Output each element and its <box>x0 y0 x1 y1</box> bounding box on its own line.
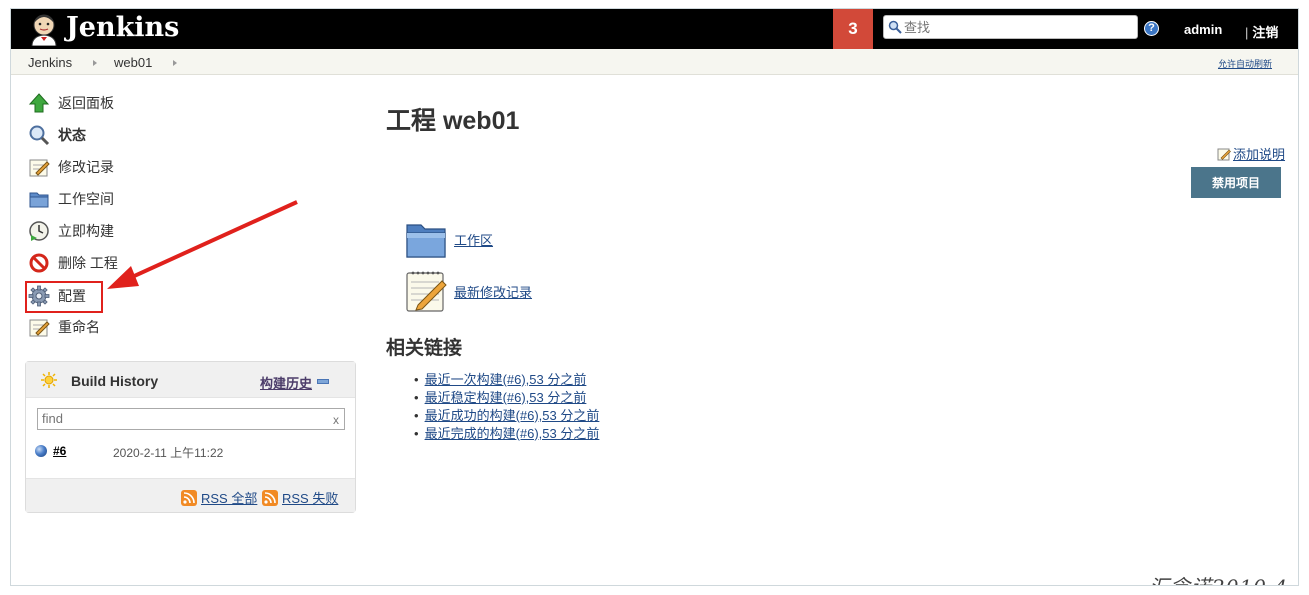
task-rename[interactable]: 重命名 <box>28 316 100 338</box>
add-description-label: 添加说明 <box>1233 147 1286 162</box>
sun-weather-icon <box>41 372 57 388</box>
up-arrow-icon <box>28 93 50 113</box>
build-number-link[interactable]: #6 <box>53 444 66 458</box>
logout-link[interactable]: | 注销 <box>1245 22 1278 41</box>
page-title: 工程 web01 <box>386 107 520 135</box>
search-input[interactable] <box>904 19 1129 36</box>
build-history-footer: RSS 全部 RSS 失败 <box>26 478 355 512</box>
magnifier-icon <box>29 125 50 146</box>
clock-build-icon <box>29 221 49 241</box>
clear-filter-icon[interactable]: x <box>333 413 339 427</box>
breadcrumb-jenkins[interactable]: Jenkins <box>28 55 72 70</box>
related-links-list: 最近一次构建(#6),53 分之前 最近稳定构建(#6),53 分之前 最近成功… <box>414 371 600 443</box>
rss-icon <box>181 489 197 506</box>
task-label: 状态 <box>58 127 86 143</box>
workspace-link[interactable]: 工作区 <box>454 230 493 249</box>
brand-name[interactable]: Jenkins <box>66 12 179 43</box>
build-filter-input[interactable] <box>38 409 318 428</box>
rss-failed-label: RSS 失败 <box>282 491 339 506</box>
search-box[interactable] <box>883 15 1138 39</box>
folder-icon <box>29 192 49 208</box>
related-link-label[interactable]: 最近稳定构建(#6),53 分之前 <box>425 390 587 405</box>
breadcrumb-arrow-icon[interactable] <box>173 60 177 66</box>
task-label: 重命名 <box>58 319 100 335</box>
related-links-heading: 相关链接 <box>386 338 463 359</box>
related-link-label[interactable]: 最近一次构建(#6),53 分之前 <box>425 372 587 387</box>
user-link[interactable]: admin <box>1184 22 1222 37</box>
configure-highlight-box <box>25 281 103 313</box>
build-status-ball-icon <box>35 445 47 457</box>
rss-failed-link[interactable]: RSS 失败 <box>262 488 338 507</box>
related-link-last-completed[interactable]: 最近完成的构建(#6),53 分之前 <box>414 425 600 443</box>
breadcrumb-web01[interactable]: web01 <box>114 55 152 70</box>
rss-all-link[interactable]: RSS 全部 <box>181 488 257 507</box>
logout-label[interactable]: 注销 <box>1252 25 1278 40</box>
edit-icon <box>1217 148 1231 160</box>
build-history-panel: Build History 构建历史 x #6 2020-2-11 上午11:2… <box>25 361 356 513</box>
notepad-icon <box>29 159 50 177</box>
recent-changes-link[interactable]: 最新修改记录 <box>454 282 532 301</box>
notepad-icon <box>29 319 50 337</box>
jenkins-window: Jenkins 3 ? admin |注销 Jenkins web01 允许自动… <box>10 8 1299 586</box>
notepad-icon <box>406 271 447 312</box>
auto-refresh-link[interactable]: 允许自动刷新 <box>1218 57 1272 70</box>
related-link-label[interactable]: 最近成功的构建(#6),53 分之前 <box>425 408 600 423</box>
rss-all-label: RSS 全部 <box>201 491 258 506</box>
help-icon[interactable]: ? <box>1144 21 1159 36</box>
task-status[interactable]: 状态 <box>28 124 86 146</box>
jenkins-butler-logo[interactable] <box>27 12 61 46</box>
annotation-arrow <box>107 200 298 289</box>
add-description-link[interactable]: 添加说明 <box>1217 144 1285 163</box>
related-link-last-build[interactable]: 最近一次构建(#6),53 分之前 <box>414 371 599 389</box>
related-link-last-successful[interactable]: 最近成功的构建(#6),53 分之前 <box>414 407 600 425</box>
workspace-link-row[interactable]: 工作区 <box>404 217 493 261</box>
watermark-text: 汇念诺2010.4 <box>1149 571 1288 585</box>
related-link-last-stable[interactable]: 最近稳定构建(#6),53 分之前 <box>414 389 599 407</box>
search-icon <box>888 20 902 34</box>
task-label: 返回面板 <box>58 95 114 111</box>
folder-icon <box>406 224 446 258</box>
recent-changes-link-row[interactable]: 最新修改记录 <box>404 269 532 313</box>
build-history-header: Build History 构建历史 <box>26 362 355 398</box>
disable-project-button[interactable]: 禁用项目 <box>1191 167 1281 198</box>
related-link-label[interactable]: 最近完成的构建(#6),53 分之前 <box>425 426 600 441</box>
task-changes[interactable]: 修改记录 <box>28 156 114 178</box>
notification-badge[interactable]: 3 <box>833 9 873 49</box>
rss-icon <box>262 489 278 506</box>
build-date: 2020-2-11 上午11:22 <box>113 446 224 460</box>
task-label: 修改记录 <box>58 159 114 175</box>
build-filter-box[interactable]: x <box>37 408 345 430</box>
build-trend-link[interactable]: 构建历史 <box>260 373 312 392</box>
build-history-title: Build History <box>71 373 159 389</box>
breadcrumb: Jenkins web01 允许自动刷新 <box>11 49 1298 75</box>
collapse-icon[interactable] <box>317 379 329 384</box>
task-back-to-dashboard[interactable]: 返回面板 <box>28 92 114 114</box>
breadcrumb-arrow-icon[interactable] <box>93 60 97 66</box>
no-entry-icon <box>29 253 49 273</box>
logout-separator: | <box>1245 25 1249 40</box>
top-header: Jenkins 3 ? admin |注销 <box>11 9 1298 49</box>
